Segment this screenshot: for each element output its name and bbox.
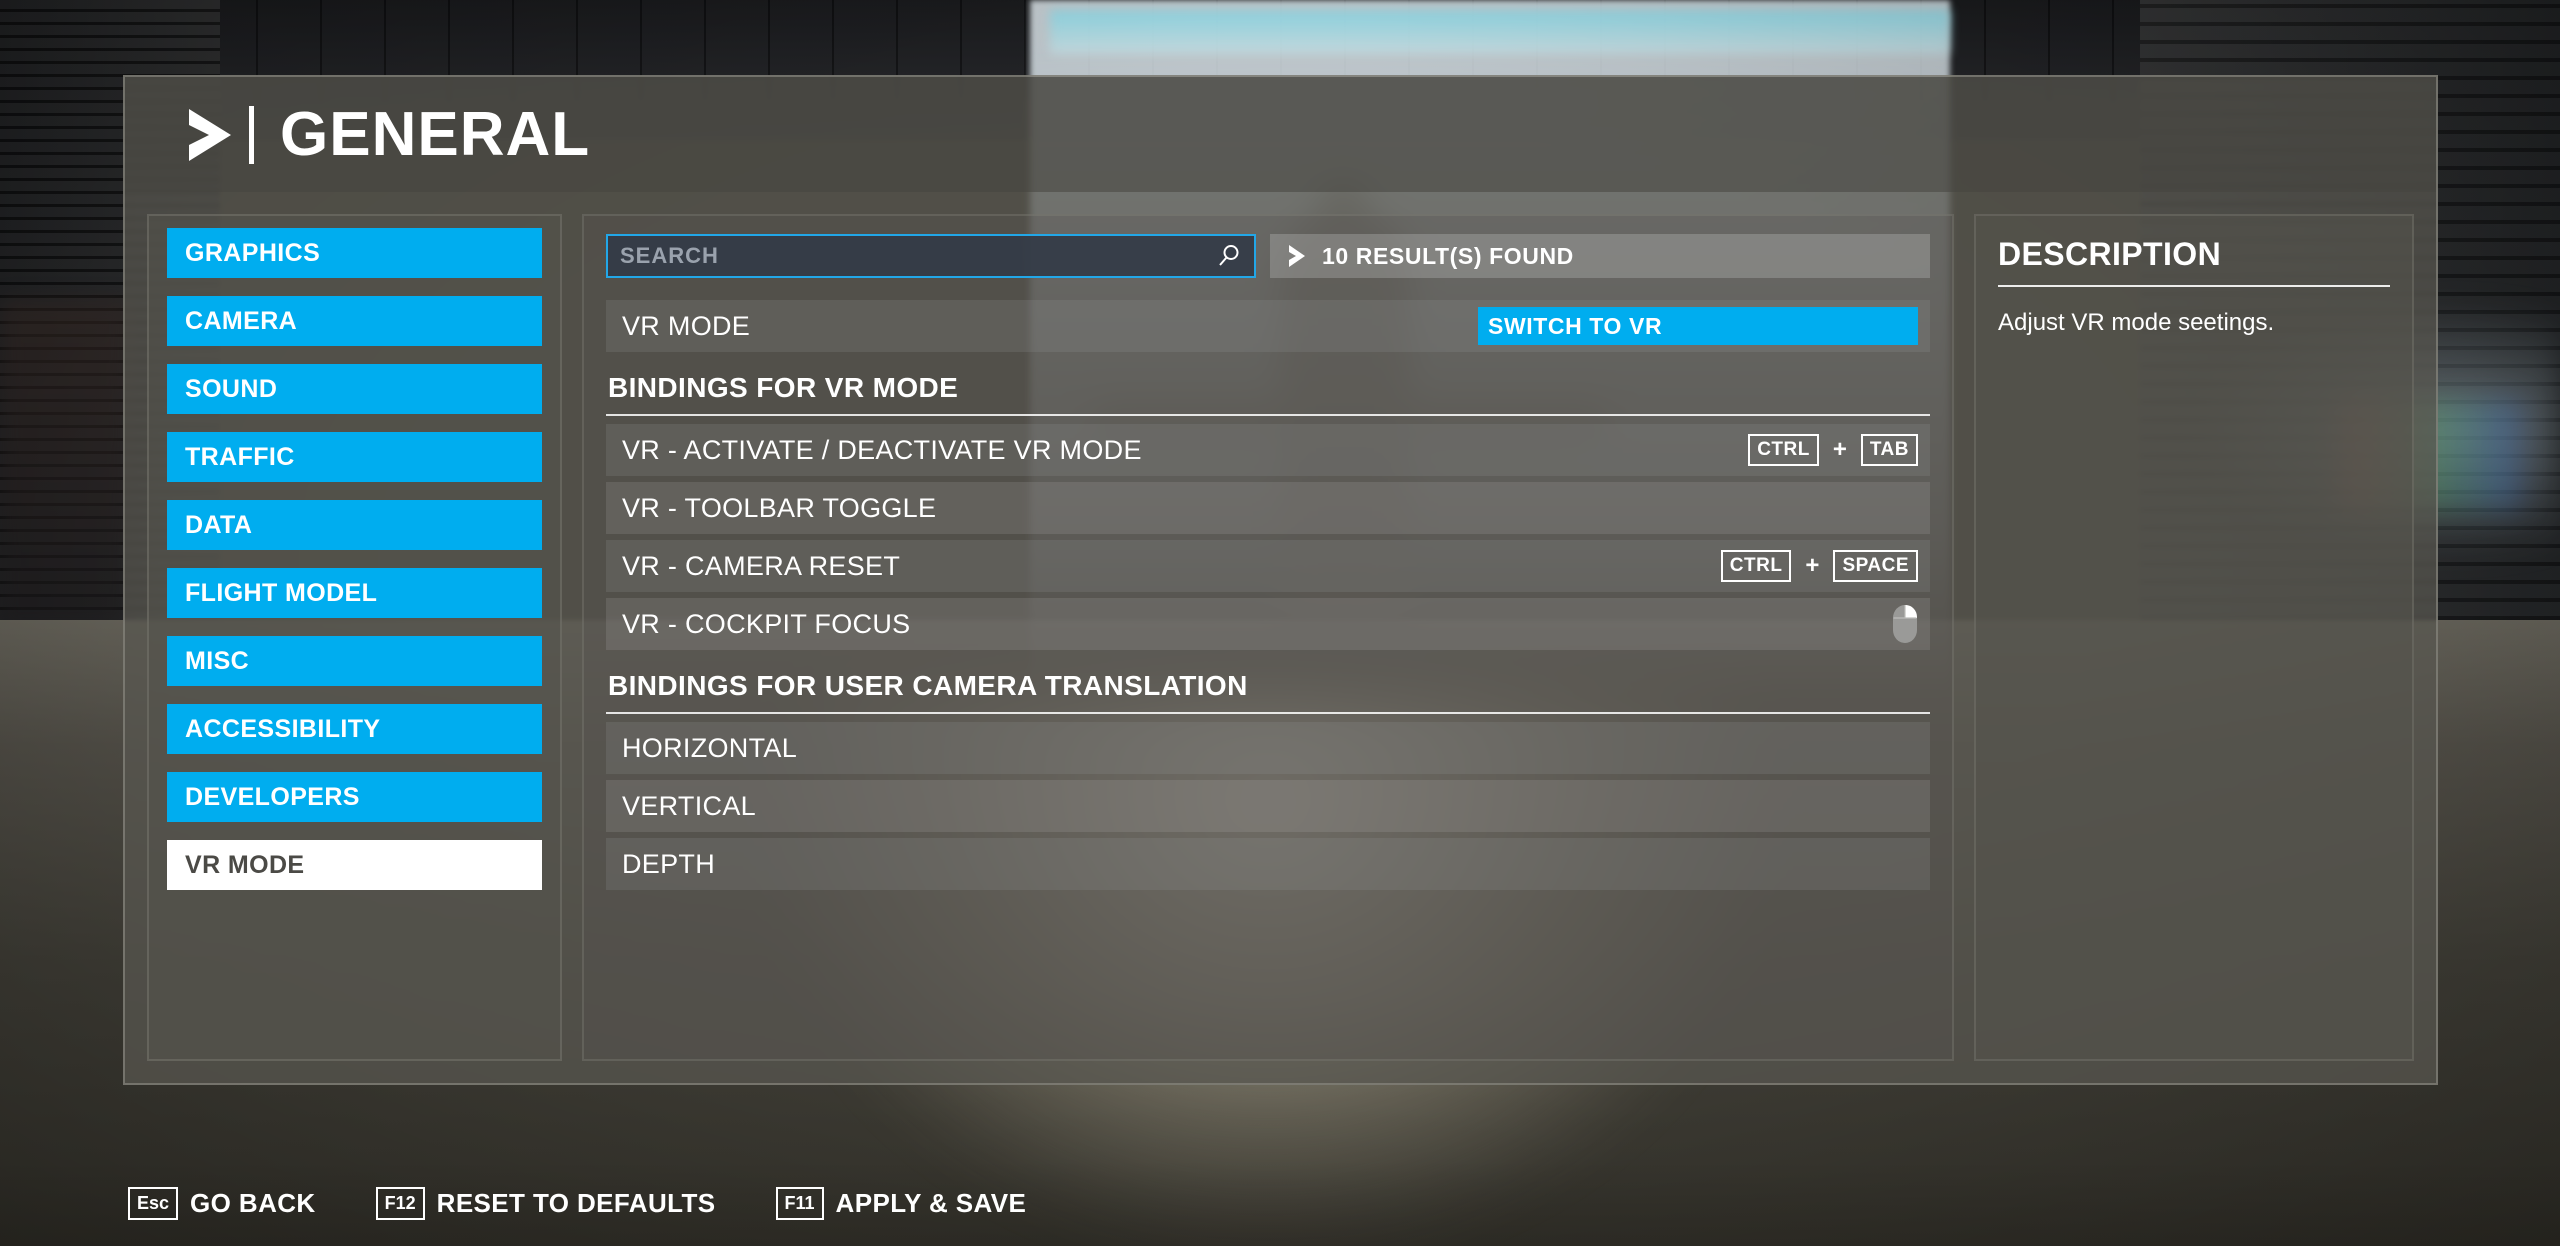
settings-content: 10 RESULT(S) FOUND VR MODE SWITCH TO VR …: [582, 214, 1954, 1061]
binding-label: VERTICAL: [622, 790, 756, 821]
keycap-tab: TAB: [1860, 434, 1918, 466]
binding-row-vr-camera-reset[interactable]: VR - CAMERA RESET CTRL + SPACE: [606, 540, 1930, 592]
binding-keys[interactable]: [1892, 604, 1918, 644]
setting-row-vr-mode[interactable]: VR MODE SWITCH TO VR: [606, 300, 1930, 352]
title-divider: [249, 105, 254, 164]
sidebar-item-label: DEVELOPERS: [185, 782, 360, 811]
binding-row-vr-toolbar-toggle[interactable]: VR - TOOLBAR TOGGLE: [606, 482, 1930, 534]
binding-label: DEPTH: [622, 848, 716, 879]
sidebar-item-label: MISC: [185, 646, 250, 675]
sidebar-item-label: DATA: [185, 510, 253, 539]
binding-keys[interactable]: CTRL + SPACE: [1720, 550, 1918, 582]
mouse-right-button-icon: [1893, 605, 1917, 643]
search-results-bar: 10 RESULT(S) FOUND: [1270, 234, 1930, 278]
switch-to-vr-button[interactable]: SWITCH TO VR: [1478, 307, 1918, 345]
section-header-bindings-user-camera-translation: BINDINGS FOR USER CAMERA TRANSLATION: [606, 664, 1930, 714]
setting-label: VR MODE: [622, 310, 751, 341]
search-results-count: 10 RESULT(S) FOUND: [1322, 242, 1574, 269]
binding-keys[interactable]: CTRL + TAB: [1748, 434, 1918, 466]
sidebar-item-graphics[interactable]: GRAPHICS: [167, 228, 542, 278]
sidebar-item-sound[interactable]: SOUND: [167, 364, 542, 414]
description-panel: DESCRIPTION Adjust VR mode seetings.: [1974, 214, 2414, 1061]
binding-label: VR - COCKPIT FOCUS: [622, 608, 911, 639]
description-title: DESCRIPTION: [1998, 236, 2390, 287]
binding-row-horizontal[interactable]: HORIZONTAL: [606, 722, 1930, 774]
sidebar-item-camera[interactable]: CAMERA: [167, 296, 542, 346]
sidebar-item-label: SOUND: [185, 374, 278, 403]
chevron-right-icon: [1289, 245, 1305, 267]
footer-action-go-back[interactable]: Esc GO BACK: [128, 1186, 316, 1220]
footer-bar: Esc GO BACK F12 RESET TO DEFAULTS F11 AP…: [0, 1160, 2560, 1246]
sidebar-item-label: VR MODE: [185, 850, 305, 879]
search-row: 10 RESULT(S) FOUND: [606, 234, 1930, 278]
section-header-bindings-vr-mode: BINDINGS FOR VR MODE: [606, 366, 1930, 416]
binding-label: VR - CAMERA RESET: [622, 550, 901, 581]
keycap-ctrl: CTRL: [1720, 550, 1792, 582]
binding-row-vr-cockpit-focus[interactable]: VR - COCKPIT FOCUS: [606, 598, 1930, 650]
footer-action-label: GO BACK: [190, 1187, 316, 1218]
sidebar-item-traffic[interactable]: TRAFFIC: [167, 432, 542, 482]
panel-body: GRAPHICS CAMERA SOUND TRAFFIC DATA FLIGH…: [125, 192, 2436, 1083]
chevron-right-icon: [189, 108, 231, 161]
search-input[interactable]: [620, 243, 1216, 269]
binding-row-vr-activate-deactivate[interactable]: VR - ACTIVATE / DEACTIVATE VR MODE CTRL …: [606, 424, 1930, 476]
settings-panel: GENERAL GRAPHICS CAMERA SOUND TRAFFIC DA…: [123, 75, 2438, 1085]
keycap-f11: F11: [775, 1186, 824, 1220]
sidebar: GRAPHICS CAMERA SOUND TRAFFIC DATA FLIGH…: [147, 214, 562, 1061]
binding-label: VR - ACTIVATE / DEACTIVATE VR MODE: [622, 434, 1142, 465]
sidebar-item-label: CAMERA: [185, 306, 298, 335]
binding-row-vertical[interactable]: VERTICAL: [606, 780, 1930, 832]
key-plus-separator: +: [1832, 436, 1847, 463]
binding-label: VR - TOOLBAR TOGGLE: [622, 492, 937, 523]
search-box[interactable]: [606, 234, 1256, 278]
keycap-space: SPACE: [1833, 550, 1918, 582]
key-plus-separator: +: [1805, 552, 1820, 579]
keycap-ctrl: CTRL: [1748, 434, 1819, 466]
sidebar-item-data[interactable]: DATA: [167, 500, 542, 550]
keycap-f12: F12: [375, 1186, 425, 1220]
setting-value: SWITCH TO VR: [1478, 307, 1918, 345]
binding-row-depth[interactable]: DEPTH: [606, 838, 1930, 890]
sidebar-item-vr-mode[interactable]: VR MODE: [167, 840, 542, 890]
sidebar-item-accessibility[interactable]: ACCESSIBILITY: [167, 704, 542, 754]
keycap-esc: Esc: [128, 1186, 179, 1220]
sidebar-item-label: FLIGHT MODEL: [185, 578, 378, 607]
sidebar-item-misc[interactable]: MISC: [167, 636, 542, 686]
footer-action-label: APPLY & SAVE: [835, 1187, 1027, 1218]
sidebar-item-label: TRAFFIC: [185, 442, 295, 471]
sidebar-item-flight-model[interactable]: FLIGHT MODEL: [167, 568, 542, 618]
search-icon[interactable]: [1216, 243, 1242, 269]
sidebar-item-label: GRAPHICS: [185, 238, 321, 267]
panel-title-bar: GENERAL: [125, 77, 2436, 192]
sidebar-item-developers[interactable]: DEVELOPERS: [167, 772, 542, 822]
sidebar-item-label: ACCESSIBILITY: [185, 714, 381, 743]
footer-action-apply-and-save[interactable]: F11 APPLY & SAVE: [775, 1186, 1027, 1220]
footer-action-reset-to-defaults[interactable]: F12 RESET TO DEFAULTS: [375, 1186, 716, 1220]
footer-action-label: RESET TO DEFAULTS: [436, 1187, 716, 1218]
binding-label: HORIZONTAL: [622, 732, 798, 763]
description-text: Adjust VR mode seetings.: [1998, 309, 2275, 336]
page-title: GENERAL: [280, 99, 591, 169]
